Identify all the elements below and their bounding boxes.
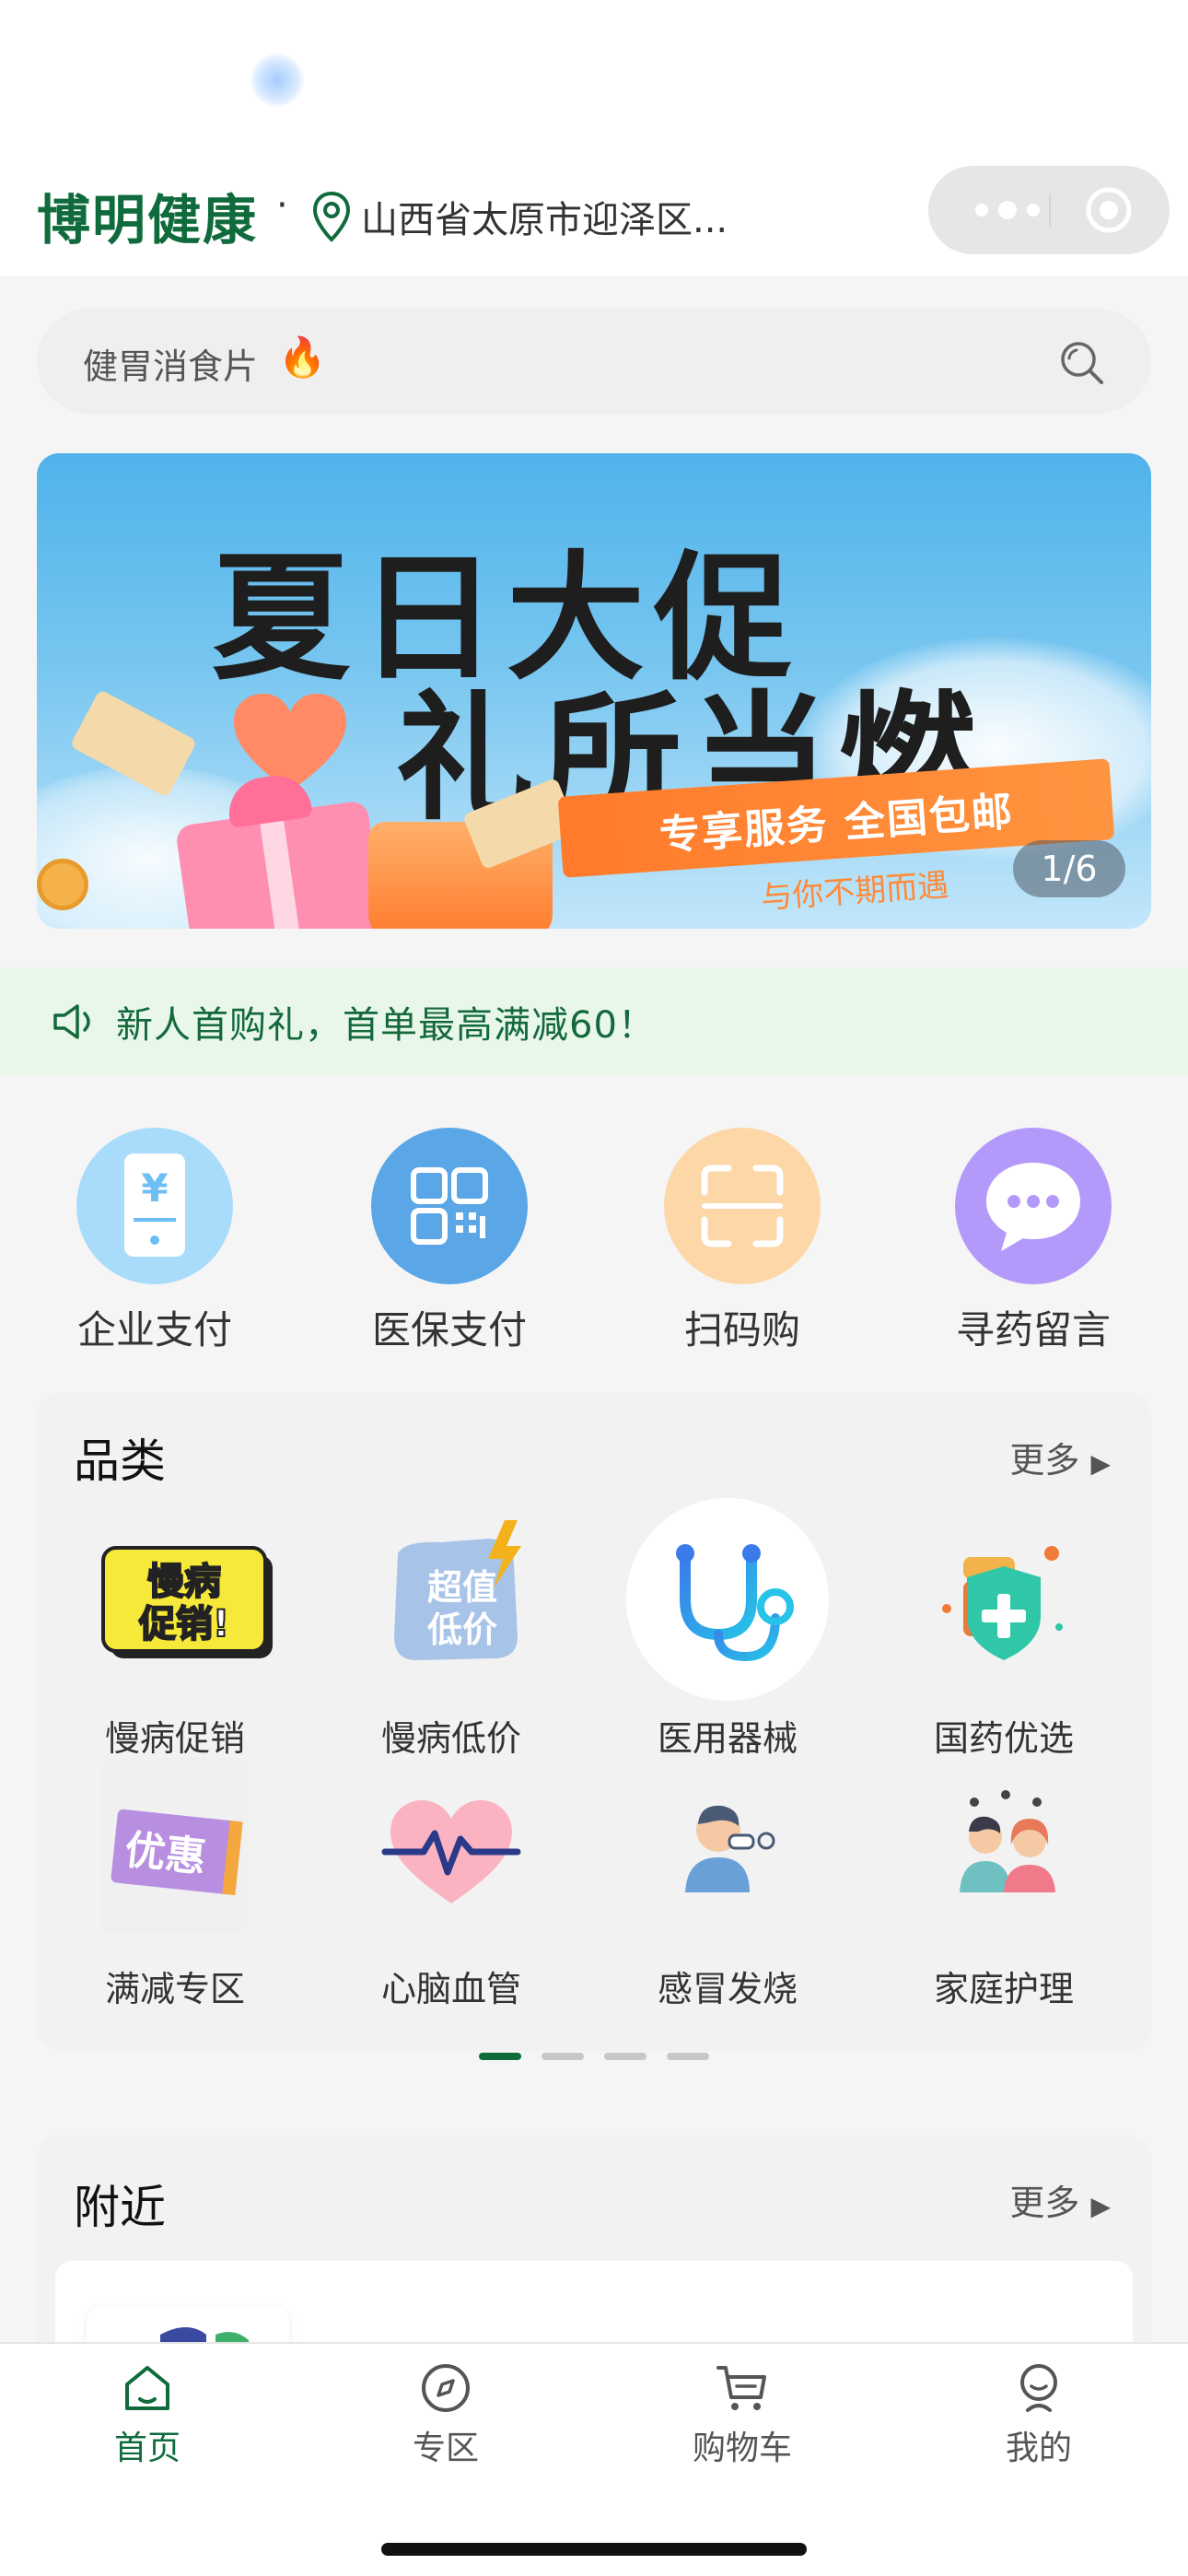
fire-icon: 🔥	[278, 334, 327, 380]
section-title: 附近	[74, 2181, 166, 2234]
svg-text:¥: ¥	[141, 1165, 168, 1211]
category-medical-devices[interactable]: 医用器械	[608, 1498, 847, 1761]
tab-label: 我的	[1005, 2430, 1072, 2467]
category-label: 满减专区	[104, 1969, 245, 2009]
more-label: 更多	[1009, 1440, 1080, 1481]
header: 博明健康 · 山西省太原市迎泽区...	[0, 157, 1188, 276]
sick-person-icon	[626, 1749, 829, 1951]
quick-action-drug-message[interactable]: 寻药留言	[932, 1128, 1135, 1355]
categories-card: 品类 更多 ▶ 慢病 促销! 慢病促销 超值 低价 慢病低价 医用器械 国药优选…	[37, 1393, 1151, 2060]
tab-label: 首页	[113, 2430, 181, 2467]
banner-page-indicator: 1/6	[1013, 840, 1125, 897]
section-title: 品类	[74, 1434, 166, 1488]
tab-home[interactable]: 首页	[55, 2360, 239, 2469]
home-indicator[interactable]	[381, 2543, 807, 2556]
heart-pulse-icon	[350, 1749, 553, 1951]
quick-action-medical-insurance-pay[interactable]: 医保支付	[348, 1128, 551, 1355]
location-text[interactable]: 山西省太原市迎泽区...	[361, 190, 728, 243]
svg-text:低价: 低价	[427, 1610, 497, 1650]
promo-banner[interactable]: 夏日大促 礼所当燃 专享服务 全国包邮 与你不期而遇 1/6	[37, 453, 1151, 929]
pager-dot	[604, 2053, 646, 2060]
phone-yuan-icon: ¥	[76, 1128, 233, 1284]
cart-icon	[716, 2366, 766, 2410]
triangle-right-icon: ▶	[1090, 1448, 1111, 1479]
chat-bubble-icon	[955, 1128, 1112, 1284]
banner-subtitle: 与你不期而遇	[760, 866, 950, 918]
tab-label: 购物车	[692, 2430, 792, 2467]
pager-dot-active	[479, 2053, 521, 2060]
speaker-icon	[53, 1004, 90, 1039]
quick-actions: ¥ 企业支付 医保支付 扫码购 寻药留言	[0, 1076, 1188, 1389]
category-national-medicine[interactable]: 国药优选	[884, 1498, 1124, 1761]
category-cold-fever[interactable]: 感冒发烧	[608, 1749, 847, 2011]
qr-code-icon	[371, 1128, 528, 1284]
category-chronic-promo[interactable]: 慢病 促销! 慢病促销	[55, 1498, 295, 1761]
more-link[interactable]: 更多 ▶	[1009, 1432, 1111, 1482]
low-price-badge-icon: 超值 低价	[350, 1498, 553, 1701]
pager-dot	[542, 2053, 584, 2060]
compass-icon	[422, 2364, 470, 2412]
stethoscope-icon	[626, 1498, 829, 1701]
search-bar[interactable]: 健胃消食片 🔥	[37, 309, 1151, 414]
svg-text:超值: 超值	[427, 1567, 497, 1608]
svg-text:促销!: 促销!	[138, 1603, 229, 1645]
user-icon	[1020, 2364, 1057, 2412]
status-indicator-dot	[250, 53, 304, 107]
shield-cross-icon	[903, 1498, 1105, 1701]
more-label: 更多	[1009, 2183, 1080, 2223]
notice-text: 新人首购礼，首单最高满减60！	[116, 1004, 656, 1047]
category-label: 心脑血管	[380, 1969, 521, 2009]
category-home-care[interactable]: 家庭护理	[884, 1749, 1124, 2011]
category-label: 家庭护理	[933, 1969, 1074, 2009]
category-discount-zone[interactable]: 优惠 满减专区	[55, 1749, 295, 2011]
scan-icon	[664, 1128, 821, 1284]
pager-dot	[667, 2053, 709, 2060]
quick-action-enterprise-pay[interactable]: ¥ 企业支付	[53, 1128, 256, 1355]
svg-text:慢病: 慢病	[147, 1561, 221, 1603]
location-pin-icon[interactable]	[309, 190, 354, 243]
quick-action-label: 寻药留言	[955, 1307, 1111, 1352]
tab-label: 专区	[412, 2430, 479, 2467]
more-link[interactable]: 更多 ▶	[1009, 2174, 1111, 2225]
search-placeholder: 健胃消食片	[83, 346, 259, 387]
category-chronic-low-price[interactable]: 超值 低价 慢病低价	[332, 1498, 571, 1761]
app-brand: 博明健康	[37, 189, 259, 252]
category-label: 感冒发烧	[657, 1969, 798, 2009]
capsule-divider	[1049, 193, 1051, 227]
search-icon[interactable]	[1057, 338, 1105, 386]
bottom-tab-bar: 首页 专区 购物车 我的	[0, 2342, 1188, 2576]
close-target-icon[interactable]	[1083, 184, 1135, 236]
more-dots-icon[interactable]	[961, 188, 1054, 232]
caregiver-icon	[903, 1749, 1105, 1951]
category-cardio[interactable]: 心脑血管	[332, 1749, 571, 2011]
quick-action-label: 医保支付	[371, 1307, 527, 1352]
chronic-promo-badge-icon: 慢病 促销!	[74, 1498, 276, 1701]
triangle-right-icon: ▶	[1090, 2191, 1111, 2221]
tab-cart[interactable]: 购物车	[650, 2360, 834, 2469]
quick-action-scan-buy[interactable]: 扫码购	[641, 1128, 844, 1355]
status-bar	[0, 0, 1188, 157]
home-icon	[125, 2366, 169, 2410]
separator: ·	[276, 184, 288, 227]
coin-decoration	[37, 859, 88, 910]
mini-program-capsule	[928, 166, 1170, 254]
discount-badge-icon: 优惠	[74, 1749, 276, 1951]
tab-zone[interactable]: 专区	[354, 2360, 538, 2469]
quick-action-label: 扫码购	[683, 1307, 800, 1352]
quick-action-label: 企业支付	[76, 1307, 232, 1352]
nearby-card: 附近 更多 ▶	[37, 2136, 1151, 2418]
tab-me[interactable]: 我的	[947, 2360, 1131, 2469]
svg-text:优惠: 优惠	[122, 1826, 208, 1881]
notice-bar[interactable]: 新人首购礼，首单最高满减60！	[0, 967, 1188, 1076]
